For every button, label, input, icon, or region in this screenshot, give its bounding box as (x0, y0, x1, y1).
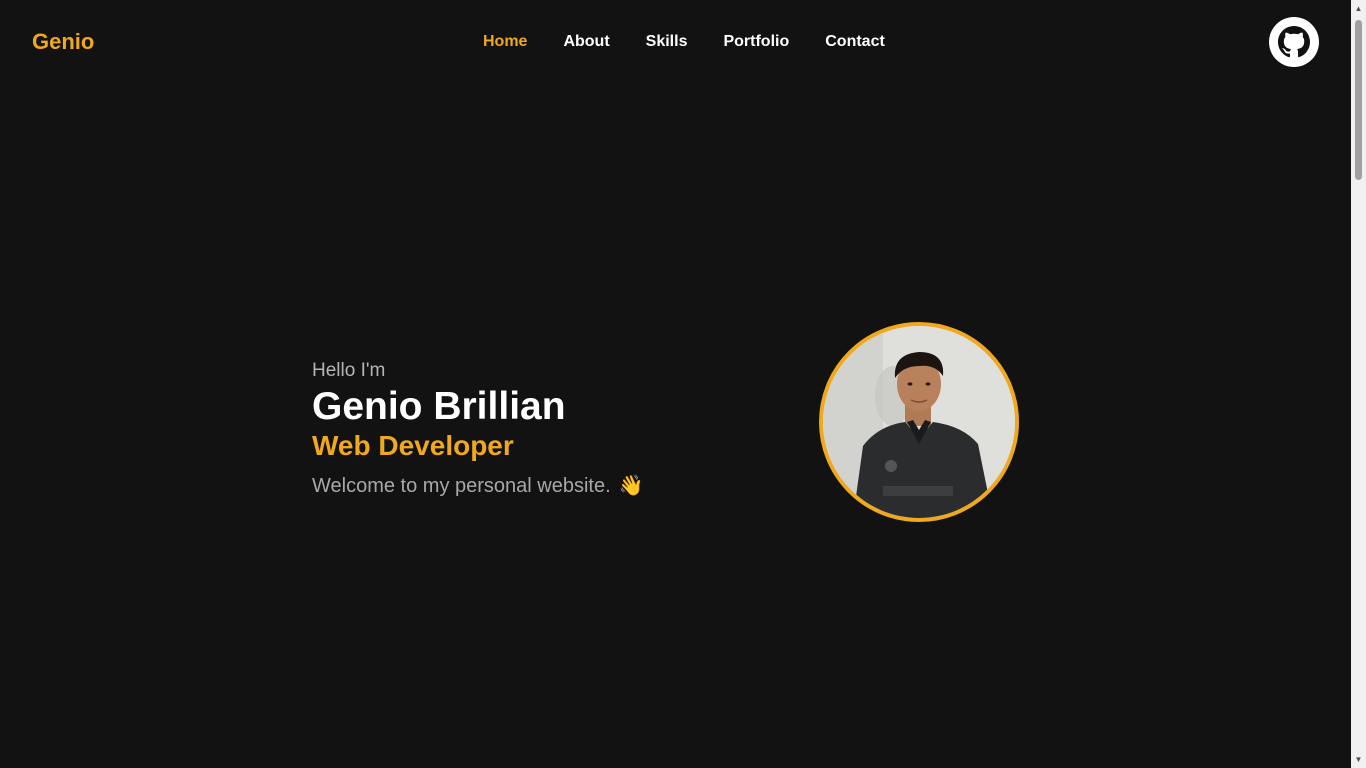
page: Genio Home About Skills Portfolio Contac… (0, 0, 1366, 768)
logo-link[interactable]: Genio (32, 29, 94, 55)
hero-welcome-text: Welcome to my personal website. (312, 475, 611, 497)
vertical-scrollbar[interactable]: ▲ ▼ (1351, 0, 1366, 768)
github-button[interactable] (1269, 17, 1319, 67)
hero-role: Web Developer (312, 430, 514, 461)
scroll-up-arrow-icon[interactable]: ▲ (1351, 0, 1366, 17)
profile-photo-illustration (823, 326, 1015, 518)
hero-welcome-line: Welcome to my personal website. 👋 (312, 474, 644, 498)
scroll-down-arrow-icon[interactable]: ▼ (1351, 751, 1366, 768)
hero-greeting: Hello I'm (312, 360, 386, 381)
site-header: Genio Home About Skills Portfolio Contac… (0, 0, 1351, 84)
profile-photo (819, 322, 1019, 522)
hero-name: Genio Brillian (312, 385, 566, 428)
nav-portfolio[interactable]: Portfolio (723, 32, 789, 52)
main-nav: Home About Skills Portfolio Contact (483, 32, 885, 52)
waving-hand-icon: 👋 (618, 475, 644, 497)
hero-intro: Hello I'm Genio Brillian Web Developer W… (312, 360, 644, 498)
nav-skills[interactable]: Skills (646, 32, 688, 52)
nav-home[interactable]: Home (483, 32, 527, 52)
nav-contact[interactable]: Contact (825, 32, 885, 52)
scrollbar-thumb[interactable] (1355, 20, 1362, 180)
github-icon (1278, 26, 1310, 58)
nav-about[interactable]: About (563, 32, 609, 52)
